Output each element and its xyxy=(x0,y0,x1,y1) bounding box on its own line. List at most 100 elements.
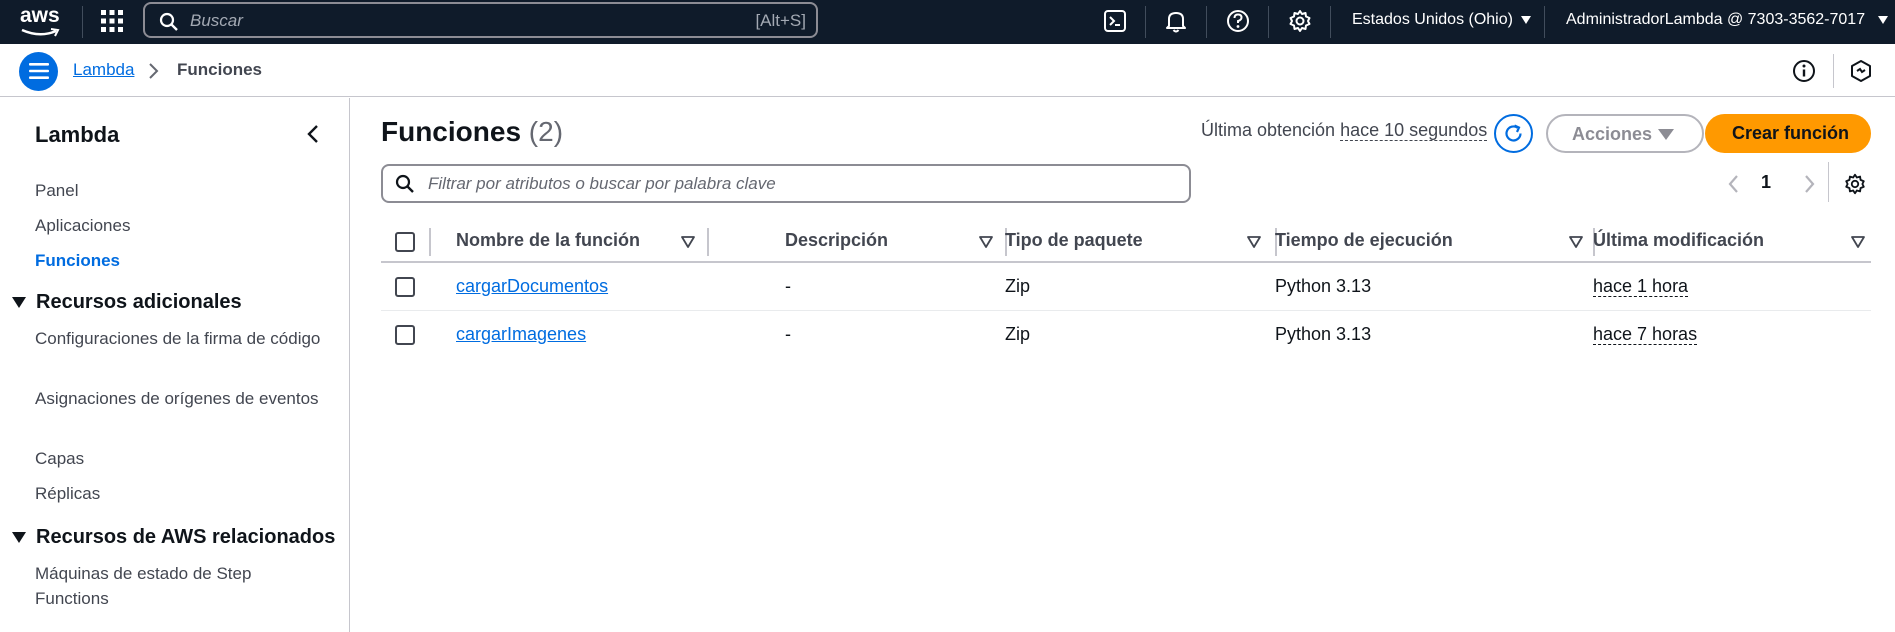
side-navigation: Lambda Panel Aplicaciones Funciones Recu… xyxy=(0,98,350,632)
sidebar-item-step-functions[interactable]: Máquinas de estado de Step Functions xyxy=(35,561,325,611)
caret-down-icon xyxy=(12,297,26,308)
function-package-type: Zip xyxy=(1005,276,1031,296)
search-placeholder: Buscar xyxy=(190,11,243,30)
account-menu[interactable]: AdministradorLambda @ 7303-3562-7017 xyxy=(1566,11,1888,29)
divider xyxy=(1828,162,1829,202)
help-icon[interactable] xyxy=(1225,8,1251,34)
function-name-link[interactable]: cargarDocumentos xyxy=(456,276,608,297)
sidebar-item-applications[interactable]: Aplicaciones xyxy=(35,213,325,238)
sidebar-item-replicas[interactable]: Réplicas xyxy=(35,481,325,506)
search-icon xyxy=(395,174,414,193)
last-modified-text: hace 7 horas xyxy=(1593,324,1698,345)
function-last-modified: hace 1 hora xyxy=(1593,276,1689,297)
refresh-button[interactable] xyxy=(1494,114,1533,153)
column-header-last-modified[interactable]: Última modificación xyxy=(1593,230,1764,251)
last-fetch-label: Última obtención xyxy=(1201,120,1336,140)
breadcrumb-lambda-link[interactable]: Lambda xyxy=(73,60,134,80)
row-checkbox[interactable] xyxy=(395,325,415,345)
column-header-runtime[interactable]: Tiempo de ejecución xyxy=(1275,230,1453,251)
function-name-link[interactable]: cargarImagenes xyxy=(456,324,586,345)
caret-down-icon xyxy=(12,532,26,543)
chevron-right-icon xyxy=(149,63,159,79)
create-function-button[interactable]: Crear función xyxy=(1705,114,1871,153)
chevron-right-icon[interactable] xyxy=(1803,173,1817,195)
create-function-label: Crear función xyxy=(1732,123,1850,143)
refresh-icon xyxy=(1505,124,1522,142)
table-row[interactable]: cargarImagenes - Zip Python 3.13 hace 7 … xyxy=(381,311,1871,359)
row-checkbox[interactable] xyxy=(395,277,415,297)
sidebar-item-code-signing[interactable]: Configuraciones de la firma de código xyxy=(35,326,325,351)
sidebar-section-additional-resources[interactable]: Recursos adicionales xyxy=(12,291,242,314)
nav-divider xyxy=(82,6,83,38)
sidebar-title: Lambda xyxy=(35,122,120,147)
filter-placeholder: Filtrar por atributos o buscar por palab… xyxy=(428,174,776,193)
breadcrumb-current: Funciones xyxy=(177,60,263,79)
actions-dropdown-button[interactable]: Acciones xyxy=(1546,114,1704,153)
account-label: AdministradorLambda @ 7303-3562-7017 xyxy=(1566,11,1866,28)
caret-down-icon xyxy=(1658,129,1674,140)
last-modified-text: hace 1 hora xyxy=(1593,276,1689,297)
sort-icon[interactable] xyxy=(681,236,695,248)
last-fetch-status: Última obtención hace 10 segundos xyxy=(1201,120,1488,141)
caret-down-icon xyxy=(1877,16,1888,24)
chevron-left-icon[interactable] xyxy=(305,123,321,145)
top-navigation: aws Buscar [Alt+S] Estados Unidos (Ohio)… xyxy=(0,0,1895,44)
chevron-left-icon[interactable] xyxy=(1726,173,1740,195)
feedback-hexagon-icon[interactable] xyxy=(1849,59,1873,83)
function-description: - xyxy=(785,276,791,296)
gear-icon[interactable] xyxy=(1287,8,1313,34)
services-grid-icon[interactable] xyxy=(100,9,124,33)
filter-input[interactable]: Filtrar por atributos o buscar por palab… xyxy=(381,164,1191,203)
function-runtime: Python 3.13 xyxy=(1275,324,1372,344)
cloudshell-icon[interactable] xyxy=(1102,8,1128,34)
nav-divider xyxy=(1544,6,1545,38)
sort-icon[interactable] xyxy=(1247,236,1261,248)
table-header: Nombre de la función Descripción Tipo de… xyxy=(381,220,1871,263)
bell-icon[interactable] xyxy=(1163,8,1189,34)
sidebar-section-related-resources[interactable]: Recursos de AWS relacionados xyxy=(12,526,335,549)
column-divider xyxy=(707,228,709,256)
search-icon xyxy=(159,12,178,31)
nav-divider xyxy=(1206,6,1207,38)
sort-icon[interactable] xyxy=(1851,236,1865,248)
page-title: Funciones (2) xyxy=(381,116,563,148)
region-selector[interactable]: Estados Unidos (Ohio) xyxy=(1352,11,1531,29)
sort-icon[interactable] xyxy=(979,236,993,248)
section-title: Recursos adicionales xyxy=(36,291,242,313)
function-package-type: Zip xyxy=(1005,324,1031,344)
aws-logo[interactable]: aws xyxy=(20,4,62,38)
column-header-name[interactable]: Nombre de la función xyxy=(456,230,640,251)
sort-icon[interactable] xyxy=(1569,236,1583,248)
actions-label: Acciones xyxy=(1572,124,1653,144)
sidebar-item-layers[interactable]: Capas xyxy=(35,446,325,471)
hamburger-icon xyxy=(29,63,49,79)
main-content: Funciones (2) Última obtención hace 10 s… xyxy=(351,98,1895,632)
breadcrumb-bar: Lambda Funciones xyxy=(0,44,1895,97)
global-search-input[interactable]: Buscar [Alt+S] xyxy=(143,2,818,38)
page-title-text: Funciones xyxy=(381,116,522,147)
current-page[interactable]: 1 xyxy=(1761,172,1771,193)
sidebar-item-functions[interactable]: Funciones xyxy=(35,248,325,273)
nav-divider xyxy=(1145,6,1146,38)
select-all-checkbox[interactable] xyxy=(395,232,415,252)
function-description: - xyxy=(785,324,791,344)
table-settings-icon[interactable] xyxy=(1843,172,1867,196)
aws-logo-text: aws xyxy=(20,4,60,27)
last-fetch-time: hace 10 segundos xyxy=(1340,120,1488,141)
region-label: Estados Unidos (Ohio) xyxy=(1352,11,1513,28)
function-runtime: Python 3.13 xyxy=(1275,276,1372,296)
column-divider xyxy=(429,228,431,256)
search-shortcut: [Alt+S] xyxy=(755,11,806,30)
column-header-package-type[interactable]: Tipo de paquete xyxy=(1005,230,1143,251)
function-count: (2) xyxy=(528,116,564,147)
side-menu-button[interactable] xyxy=(19,52,58,91)
sidebar-item-event-source-mappings[interactable]: Asignaciones de orígenes de eventos xyxy=(35,386,325,411)
info-icon[interactable] xyxy=(1792,59,1816,83)
section-title: Recursos de AWS relacionados xyxy=(36,526,336,548)
nav-divider xyxy=(1330,6,1331,38)
caret-down-icon xyxy=(1520,16,1531,24)
nav-divider xyxy=(1268,6,1269,38)
sidebar-item-panel[interactable]: Panel xyxy=(35,178,325,203)
column-header-description[interactable]: Descripción xyxy=(785,230,888,251)
table-row[interactable]: cargarDocumentos - Zip Python 3.13 hace … xyxy=(381,263,1871,311)
